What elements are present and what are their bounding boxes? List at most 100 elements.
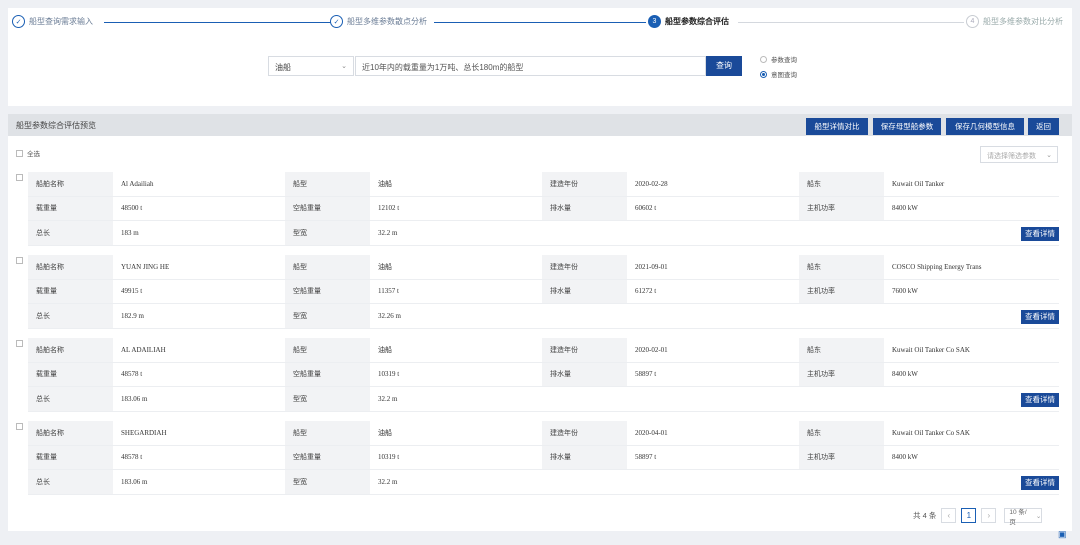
step-4[interactable]: 4 船型多维参数对比分析 xyxy=(966,15,1063,28)
field-value-beam: 32.2 m xyxy=(370,470,542,495)
field-label-beam: 型宽 xyxy=(285,387,370,412)
select-all-checkbox[interactable]: 全选 xyxy=(16,148,40,158)
chevron-down-icon: ⌄ xyxy=(1035,512,1042,520)
ship-checkbox[interactable] xyxy=(16,423,23,430)
step-3[interactable]: 3 船型参数综合评估 xyxy=(648,15,729,28)
ship-card: 船舶名称 SHEGARDIAH 船型 油船 建造年份 2020-04-01 船东 Kuwait… xyxy=(16,421,1059,495)
step-label: 船型多维参数散点分析 xyxy=(347,17,427,26)
field-label-displacement: 排水量 xyxy=(542,362,627,387)
field-value-beam: 32.26 m xyxy=(370,304,542,329)
ship-checkbox[interactable] xyxy=(16,174,23,181)
field-value-power: 8400 kW xyxy=(884,446,1059,470)
ship-type-select[interactable]: 油船 ⌄ xyxy=(268,56,354,76)
ship-checkbox[interactable] xyxy=(16,340,23,347)
query-input[interactable]: 近10年内的载重量为1万吨、总长180m的船型 xyxy=(355,56,706,76)
save-geometry-button[interactable]: 保存几何模型信息 xyxy=(946,118,1024,135)
field-label-length: 总长 xyxy=(28,470,113,495)
field-value-length: 183.06 m xyxy=(113,470,285,495)
back-button[interactable]: 返回 xyxy=(1028,118,1059,135)
field-value-dwt: 48578 t xyxy=(113,446,285,470)
chat-icon[interactable]: ▣ xyxy=(1058,529,1072,541)
empty-cell xyxy=(542,470,1059,495)
field-value-lightship: 12102 t xyxy=(370,197,542,221)
field-label-dwt: 载重量 xyxy=(28,445,113,470)
ship-checkbox[interactable] xyxy=(16,257,23,264)
field-label-name: 船舶名称 xyxy=(28,338,113,363)
page-size-select[interactable]: 10 条/页 ⌄ xyxy=(1004,508,1043,526)
field-label-type: 船型 xyxy=(285,338,370,363)
field-value-type: 油船 xyxy=(370,255,542,280)
checkbox-icon xyxy=(16,149,23,157)
field-label-dwt: 载重量 xyxy=(28,196,113,221)
field-label-name: 船舶名称 xyxy=(28,421,113,446)
field-value-name: Al Adailiah xyxy=(113,172,285,197)
field-label-lightship: 空船重量 xyxy=(285,279,370,304)
radio-param-query[interactable]: 参数查询 xyxy=(760,54,797,64)
step-label: 船型多维参数对比分析 xyxy=(983,17,1063,26)
step-2[interactable]: ✓ 船型多维参数散点分析 xyxy=(330,15,427,28)
view-details-button[interactable]: 查看详情 xyxy=(1021,227,1059,241)
field-label-power: 主机功率 xyxy=(799,279,884,304)
page-1-button[interactable]: 1 xyxy=(961,508,977,523)
ship-card: 船舶名称 Al Adailiah 船型 油船 建造年份 2020-02-28 船东 Kuwai… xyxy=(16,172,1059,246)
field-label-beam: 型宽 xyxy=(285,470,370,495)
field-label-displacement: 排水量 xyxy=(542,279,627,304)
select-all-label: 全选 xyxy=(27,151,40,158)
field-value-length: 182.9 m xyxy=(113,304,285,329)
field-value-type: 油船 xyxy=(370,338,542,363)
field-label-dwt: 载重量 xyxy=(28,362,113,387)
field-label-owner: 船东 xyxy=(799,338,884,363)
field-value-year: 2020-04-01 xyxy=(627,421,799,446)
panel-header: 船型参数综合评估预览 船型详情对比 保存母型船参数 保存几何模型信息 返回 xyxy=(8,114,1072,136)
save-parent-ship-button[interactable]: 保存母型船参数 xyxy=(873,118,941,135)
field-label-power: 主机功率 xyxy=(799,196,884,221)
field-label-name: 船舶名称 xyxy=(28,172,113,197)
search-button[interactable]: 查询 xyxy=(706,56,742,76)
next-page-button[interactable]: › xyxy=(981,508,997,523)
pagination: 共 4 条 ‹ 1 › 10 条/页 ⌄ xyxy=(913,508,1043,526)
field-value-lightship: 10319 t xyxy=(370,363,542,387)
empty-cell xyxy=(542,387,1059,412)
view-details-button[interactable]: 查看详情 xyxy=(1021,476,1059,490)
param-filter-select[interactable]: 请选择筛选参数 ⌄ xyxy=(980,146,1058,163)
radio-intent-query[interactable]: 意图查询 xyxy=(760,69,797,79)
field-value-owner: Kuwait Oil Tanker Co SAK xyxy=(884,421,1059,446)
field-value-dwt: 48578 t xyxy=(113,363,285,387)
field-value-power: 8400 kW xyxy=(884,197,1059,221)
field-value-year: 2020-02-01 xyxy=(627,338,799,363)
view-details-button[interactable]: 查看详情 xyxy=(1021,393,1059,407)
field-value-lightship: 10319 t xyxy=(370,446,542,470)
field-label-power: 主机功率 xyxy=(799,362,884,387)
field-label-name: 船舶名称 xyxy=(28,255,113,280)
compare-details-button[interactable]: 船型详情对比 xyxy=(806,118,868,135)
field-label-year: 建造年份 xyxy=(542,421,627,446)
field-value-owner: Kuwait Oil Tanker Co SAK xyxy=(884,338,1059,363)
field-label-beam: 型宽 xyxy=(285,304,370,329)
check-icon: ✓ xyxy=(12,15,25,28)
field-value-power: 7600 kW xyxy=(884,280,1059,304)
step-1[interactable]: ✓ 船型查询需求输入 xyxy=(12,15,93,28)
step-number: 4 xyxy=(966,15,979,28)
step-number: 3 xyxy=(648,15,661,28)
ship-type-value: 油船 xyxy=(275,63,291,72)
field-value-name: YUAN JING HE xyxy=(113,255,285,280)
field-value-power: 8400 kW xyxy=(884,363,1059,387)
field-value-displacement: 58897 t xyxy=(627,446,799,470)
ship-card: 船舶名称 YUAN JING HE 船型 油船 建造年份 2021-09-01 船东 COSC… xyxy=(16,255,1059,329)
field-label-owner: 船东 xyxy=(799,172,884,197)
param-filter-placeholder: 请选择筛选参数 xyxy=(987,153,1036,160)
field-label-displacement: 排水量 xyxy=(542,445,627,470)
radio-label: 意图查询 xyxy=(771,72,797,79)
view-details-button[interactable]: 查看详情 xyxy=(1021,310,1059,324)
field-value-type: 油船 xyxy=(370,172,542,197)
prev-page-button[interactable]: ‹ xyxy=(941,508,957,523)
field-label-lightship: 空船重量 xyxy=(285,445,370,470)
field-value-dwt: 48500 t xyxy=(113,197,285,221)
radio-icon xyxy=(760,55,767,63)
field-label-year: 建造年份 xyxy=(542,172,627,197)
field-label-length: 总长 xyxy=(28,387,113,412)
panel-title: 船型参数综合评估预览 xyxy=(16,120,96,130)
field-value-name: SHEGARDIAH xyxy=(113,421,285,446)
chevron-down-icon: ⌄ xyxy=(1046,152,1052,159)
step-connector xyxy=(104,22,332,23)
